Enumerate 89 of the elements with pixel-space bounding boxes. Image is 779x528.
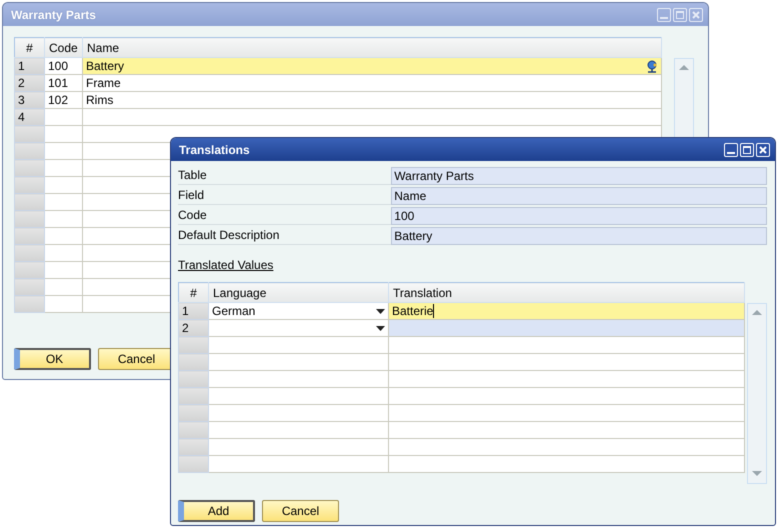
row-number[interactable]: 3	[14, 92, 44, 108]
ok-button[interactable]: OK	[14, 348, 91, 370]
field-label: Default Description	[178, 227, 392, 245]
caret-icon[interactable]	[376, 326, 385, 330]
scroll-down-icon[interactable]	[752, 471, 762, 477]
row-number[interactable]	[14, 126, 44, 142]
field-label: Field	[178, 187, 392, 205]
language-cell[interactable]	[208, 404, 388, 422]
column-header[interactable]: Language	[208, 282, 388, 302]
close-icon	[758, 144, 768, 154]
title-bar[interactable]: Translations	[171, 138, 775, 161]
row-number[interactable]	[14, 262, 44, 278]
table-cell	[44, 108, 82, 126]
column-header[interactable]: Code	[44, 38, 82, 58]
row-number[interactable]	[14, 296, 44, 312]
table-cell: 102	[44, 92, 82, 108]
caret-icon[interactable]	[376, 308, 385, 314]
translation-cell[interactable]	[388, 422, 745, 438]
minimize-icon	[727, 152, 735, 154]
read-only-field[interactable]: 100	[391, 207, 767, 225]
language-cell[interactable]	[208, 336, 388, 354]
row-number[interactable]	[178, 336, 208, 354]
language-cell[interactable]	[208, 388, 388, 404]
read-only-field[interactable]: Name	[391, 187, 767, 205]
row-number[interactable]: 1	[14, 58, 44, 74]
row-number[interactable]: 2	[178, 320, 208, 336]
column-header[interactable]: #	[14, 38, 44, 58]
row-number[interactable]	[178, 354, 208, 370]
row-number[interactable]	[14, 244, 44, 262]
row-number[interactable]	[14, 228, 44, 244]
language-cell[interactable]	[208, 456, 388, 472]
language-cell[interactable]	[208, 422, 388, 438]
language-cell[interactable]	[208, 370, 388, 388]
maximize-icon	[675, 10, 685, 20]
table-cell[interactable]: Battery	[82, 58, 662, 74]
column-header[interactable]: #	[178, 282, 208, 302]
row-number[interactable]	[178, 456, 208, 472]
row-number[interactable]: 1	[178, 302, 208, 320]
close-button[interactable]	[756, 142, 770, 156]
window-title: Translations	[179, 142, 251, 156]
row-number[interactable]	[14, 176, 44, 194]
row-number[interactable]	[178, 370, 208, 388]
scroll-up-icon[interactable]	[679, 65, 689, 71]
language-cell[interactable]: German	[208, 302, 388, 320]
column-header[interactable]: Name	[82, 38, 662, 58]
translation-cell[interactable]: Batterie	[388, 302, 745, 320]
language-cell[interactable]	[208, 354, 388, 370]
row-number[interactable]: 4	[14, 108, 44, 126]
window-title: Warranty Parts	[11, 8, 97, 22]
table-cell[interactable]: Frame	[82, 74, 662, 92]
section-link[interactable]: Translated Values	[178, 258, 274, 272]
row-number[interactable]	[14, 160, 44, 176]
field-label: Code	[178, 207, 392, 225]
cancel-button[interactable]: Cancel	[262, 500, 339, 522]
row-number[interactable]	[178, 404, 208, 422]
minimize-icon	[660, 17, 668, 19]
translation-cell[interactable]	[388, 354, 745, 370]
close-icon	[691, 10, 701, 20]
row-number[interactable]	[178, 422, 208, 438]
translation-cell[interactable]	[388, 456, 745, 472]
row-number[interactable]: 2	[14, 74, 44, 92]
row-number[interactable]	[178, 438, 208, 456]
column-header[interactable]: Translation	[388, 282, 745, 302]
translation-cell[interactable]	[388, 320, 745, 336]
row-number[interactable]	[14, 142, 44, 160]
translation-cell[interactable]	[388, 370, 745, 388]
table-cell[interactable]	[82, 108, 662, 126]
row-number[interactable]	[14, 194, 44, 210]
row-number[interactable]	[178, 388, 208, 404]
translation-cell[interactable]	[388, 404, 745, 422]
minimize-button[interactable]	[724, 142, 738, 156]
read-only-field[interactable]: Battery	[391, 227, 767, 245]
row-number[interactable]	[14, 278, 44, 296]
scroll-up-icon[interactable]	[752, 310, 762, 316]
scrollbar[interactable]	[747, 303, 767, 484]
field-label: Table	[178, 167, 392, 185]
globe-icon[interactable]	[646, 60, 658, 72]
add-button[interactable]: Add	[178, 500, 255, 522]
translation-cell[interactable]	[388, 438, 745, 456]
read-only-field[interactable]: Warranty Parts	[391, 167, 767, 185]
maximize-button[interactable]	[740, 142, 754, 156]
translation-cell[interactable]	[388, 336, 745, 354]
row-number[interactable]	[14, 210, 44, 228]
maximize-icon	[742, 144, 752, 154]
language-cell[interactable]	[208, 320, 388, 336]
table-cell[interactable]: Rims	[82, 92, 662, 108]
language-cell[interactable]	[208, 438, 388, 456]
translation-cell[interactable]	[388, 388, 745, 404]
table-cell: 101	[44, 74, 82, 92]
